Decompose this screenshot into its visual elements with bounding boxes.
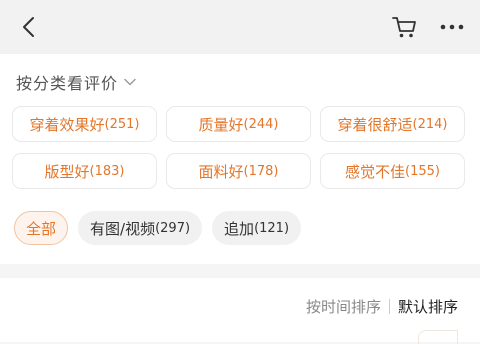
chip-label: 追加 [224,219,255,238]
tag-count: (183) [89,163,125,179]
tag-label: 感觉不佳 [345,162,406,181]
review-tag[interactable]: 面料好 (178) [166,153,311,189]
category-toggle[interactable]: 按分类看评价 [16,70,136,94]
section-title: 按分类看评价 [16,74,119,93]
more-dots-icon [440,24,464,30]
chevron-down-icon [124,78,136,86]
back-button[interactable] [14,12,44,42]
tag-count: (251) [104,116,140,132]
review-category-panel: 按分类看评价 穿着效果好 (251) 质量好 (244) 穿着很舒适 (214) 版型… [0,54,480,264]
cart-icon [392,17,416,38]
filter-chip-all[interactable]: 全部 [14,211,69,245]
review-tag[interactable]: 穿着效果好 (251) [12,106,157,142]
review-tag[interactable]: 穿着很舒适 (214) [320,106,465,142]
review-tag[interactable]: 版型好 (183) [12,153,157,189]
tag-count: (244) [243,116,279,132]
tag-count: (178) [243,163,279,179]
review-tag[interactable]: 感觉不佳 (155) [320,153,465,189]
more-button[interactable] [436,12,468,42]
review-filter-row: 全部 有图/视频 (297) 追加 (121) [14,211,302,245]
cart-button[interactable] [390,12,420,42]
tag-count: (155) [405,163,440,179]
tag-count: (214) [412,116,448,132]
tag-label: 穿着很舒适 [337,115,413,134]
chip-label: 有图/视频 [90,219,156,238]
tag-label: 版型好 [44,162,90,181]
top-navigation-bar [0,0,480,54]
filter-chip-media[interactable]: 有图/视频 (297) [78,211,203,245]
sort-options: 按时间排序 默认排序 [306,296,458,317]
chip-count: (297) [155,220,191,236]
tag-label: 面料好 [198,162,244,181]
sort-divider [388,299,390,314]
tag-label: 质量好 [198,115,244,134]
chip-count: (121) [254,220,290,236]
chevron-left-icon [23,17,34,37]
chip-label: 全部 [26,219,57,238]
sort-default-button[interactable]: 默认排序 [398,296,458,317]
review-tag-grid: 穿着效果好 (251) 质量好 (244) 穿着很舒适 (214) 版型好 (183) … [12,106,465,189]
review-tag[interactable]: 质量好 (244) [166,106,311,142]
filter-chip-followup[interactable]: 追加 (121) [212,211,302,245]
tag-label: 穿着效果好 [29,115,105,134]
review-list-panel: 按时间排序 默认排序 [0,278,480,344]
sort-by-time-button[interactable]: 按时间排序 [306,296,381,317]
